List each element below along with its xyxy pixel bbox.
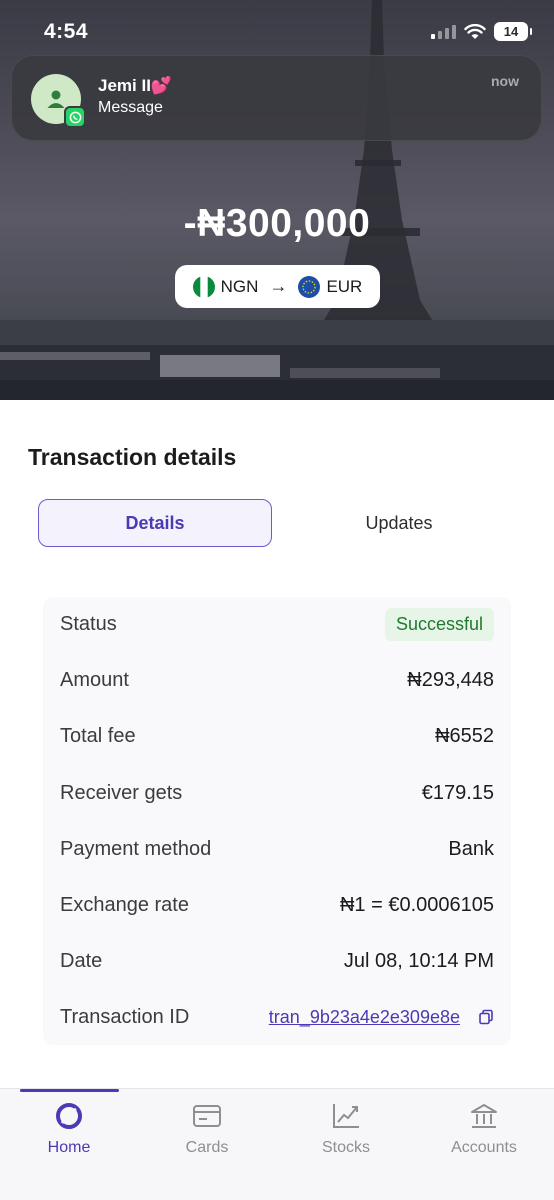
whatsapp-icon (64, 106, 86, 128)
transaction-id-link[interactable]: tran_9b23a4e2e309e8e (269, 1007, 460, 1028)
copy-icon[interactable] (478, 1009, 494, 1025)
nigeria-flag-icon (192, 275, 215, 298)
detail-row-status: Status Successful (60, 604, 494, 644)
currency-pair-pill: NGN → EUR (175, 265, 380, 308)
detail-row-total-fee: Total fee ₦6552 (60, 716, 494, 756)
detail-label: Total fee (60, 724, 136, 747)
details-card: Status Successful Amount ₦293,448 Total … (43, 597, 511, 1045)
card-icon (191, 1101, 223, 1131)
battery-level: 14 (503, 24, 519, 39)
status-time: 4:54 (44, 20, 89, 43)
nav-label-home: Home (47, 1139, 91, 1156)
detail-label: Status (60, 612, 117, 635)
person-icon (47, 90, 65, 108)
detail-row-exchange-rate: Exchange rate ₦1 = €0.0006105 (60, 885, 494, 925)
bank-icon (468, 1101, 500, 1131)
battery-charging-icon: 14 (494, 22, 532, 41)
status-badge: Successful (384, 607, 494, 641)
nav-label-cards: Cards (185, 1139, 229, 1156)
cellular-signal-icon (431, 24, 456, 39)
notification-time: now (491, 73, 519, 89)
detail-row-amount: Amount ₦293,448 (60, 660, 494, 700)
notification-banner[interactable]: Jemi II💕 Message now (11, 55, 542, 141)
hero-header: 4:54 14 Jemi II💕 Message now -₦300,000 N… (0, 0, 554, 400)
detail-row-transaction-id: Transaction ID tran_9b23a4e2e309e8e (60, 997, 494, 1037)
nav-label-accounts: Accounts (451, 1139, 517, 1156)
bottom-navigation: Home Cards Stocks Accounts (0, 1088, 554, 1200)
page-title: Transaction details (28, 444, 237, 470)
detail-label: Exchange rate (60, 893, 189, 916)
detail-label: Amount (60, 668, 129, 691)
detail-value: Jul 08, 10:14 PM (343, 949, 494, 972)
detail-row-date: Date Jul 08, 10:14 PM (60, 941, 494, 981)
wifi-icon (464, 23, 486, 39)
from-currency: NGN (220, 276, 259, 296)
tab-updates[interactable]: Updates (282, 499, 516, 547)
eu-flag-icon (298, 275, 321, 298)
nav-item-stocks[interactable]: Stocks (277, 1089, 415, 1169)
detail-value: Bank (448, 837, 494, 860)
chart-icon (330, 1101, 362, 1131)
detail-label: Transaction ID (60, 1005, 190, 1028)
detail-row-receiver-gets: Receiver gets €179.15 (60, 773, 494, 813)
notification-message: Message (98, 99, 163, 116)
arrow-right-icon: → (269, 276, 288, 296)
nav-item-cards[interactable]: Cards (138, 1089, 276, 1169)
tab-bar: Details Updates (38, 499, 516, 547)
nav-item-accounts[interactable]: Accounts (415, 1089, 553, 1169)
nav-label-stocks: Stocks (321, 1139, 370, 1156)
status-icons: 14 (431, 22, 532, 41)
detail-label: Date (60, 949, 103, 972)
detail-label: Payment method (60, 837, 212, 860)
to-currency: EUR (326, 276, 363, 296)
transaction-amount: -₦300,000 (183, 202, 371, 245)
status-bar: 4:54 14 (0, 0, 554, 62)
transaction-id-group: tran_9b23a4e2e309e8e (269, 1007, 494, 1028)
detail-value: ₦293,448 (407, 668, 494, 691)
notification-sender: Jemi II💕 (98, 76, 173, 95)
detail-value: ₦1 = €0.0006105 (339, 893, 494, 916)
nav-item-home[interactable]: Home (0, 1089, 138, 1169)
detail-value: €179.15 (421, 781, 494, 804)
tab-details[interactable]: Details (38, 499, 272, 547)
detail-label: Receiver gets (60, 781, 183, 804)
detail-value: ₦6552 (435, 724, 494, 747)
detail-row-payment-method: Payment method Bank (60, 829, 494, 869)
home-logo-icon (53, 1101, 85, 1131)
